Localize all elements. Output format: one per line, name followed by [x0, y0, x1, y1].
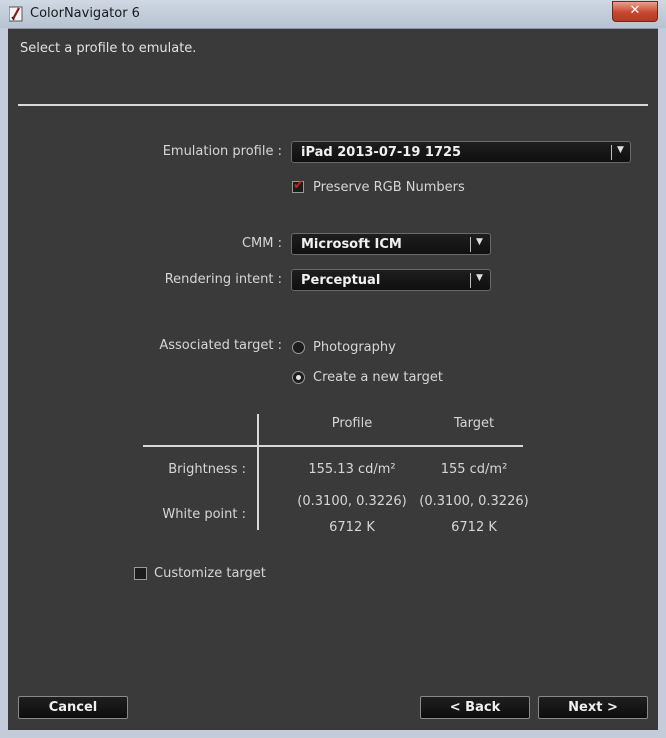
rendering-intent-value: Perceptual [301, 273, 381, 288]
rendering-intent-label: Rendering intent : [164, 272, 282, 287]
brightness-profile-value: 155.13 cd/m² [308, 462, 396, 477]
table-header-profile: Profile [331, 416, 373, 431]
window-title: ColorNavigator 6 [30, 6, 140, 21]
chevron-down-icon: ▼ [476, 237, 483, 247]
chevron-down-icon: ▼ [617, 145, 624, 155]
checkmark-icon: ✔ [293, 178, 304, 193]
back-button[interactable]: < Back [420, 696, 530, 719]
radio-create-new-target[interactable] [292, 371, 305, 384]
header-divider [18, 104, 648, 106]
associated-target-label: Associated target : [159, 338, 282, 353]
close-button[interactable]: ✕ [612, 1, 658, 22]
radio-create-new-target-label: Create a new target [313, 370, 443, 385]
white-point-target-xy: (0.3100, 0.3226) [419, 494, 529, 509]
cmm-dropdown[interactable]: Microsoft ICM ▼ [291, 233, 491, 255]
preserve-rgb-checkbox[interactable]: ✔ [292, 178, 304, 193]
table-header-target: Target [453, 416, 495, 431]
window-frame-left [0, 28, 8, 738]
colornavigator-app-icon [9, 6, 23, 22]
cancel-button[interactable]: Cancel [18, 696, 128, 719]
dialog-window: ColorNavigator 6 ✕ Select a profile to e… [0, 0, 666, 738]
preserve-rgb-label: Preserve RGB Numbers [313, 180, 465, 195]
emulation-profile-dropdown[interactable]: iPad 2013-07-19 1725 ▼ [291, 141, 631, 163]
cmm-label: CMM : [241, 236, 282, 251]
dropdown-separator [611, 145, 612, 160]
customize-target-label: Customize target [154, 566, 266, 581]
title-bar[interactable]: ColorNavigator 6 ✕ [0, 0, 666, 29]
window-frame-right [658, 28, 666, 738]
brightness-label: Brightness : [168, 462, 246, 477]
radio-photography[interactable] [292, 341, 305, 354]
white-point-target-kelvin: 6712 K [451, 520, 497, 535]
emulation-profile-value: iPad 2013-07-19 1725 [301, 145, 462, 160]
dropdown-separator [470, 237, 471, 252]
radio-selected-dot [296, 375, 301, 380]
chevron-down-icon: ▼ [476, 273, 483, 283]
instruction-text: Select a profile to emulate. [20, 41, 197, 56]
radio-photography-label: Photography [313, 340, 396, 355]
dropdown-separator [470, 273, 471, 288]
next-button[interactable]: Next > [538, 696, 648, 719]
rendering-intent-dropdown[interactable]: Perceptual ▼ [291, 269, 491, 291]
white-point-label: White point : [162, 507, 246, 522]
white-point-profile-xy: (0.3100, 0.3226) [297, 494, 407, 509]
table-horizontal-divider [143, 445, 523, 447]
customize-target-checkbox[interactable] [134, 567, 147, 580]
window-frame-bottom [0, 730, 666, 738]
emulation-profile-label: Emulation profile : [162, 144, 282, 159]
cmm-value: Microsoft ICM [301, 237, 402, 252]
white-point-profile-kelvin: 6712 K [329, 520, 375, 535]
table-vertical-divider [257, 414, 259, 530]
brightness-target-value: 155 cd/m² [440, 462, 508, 477]
